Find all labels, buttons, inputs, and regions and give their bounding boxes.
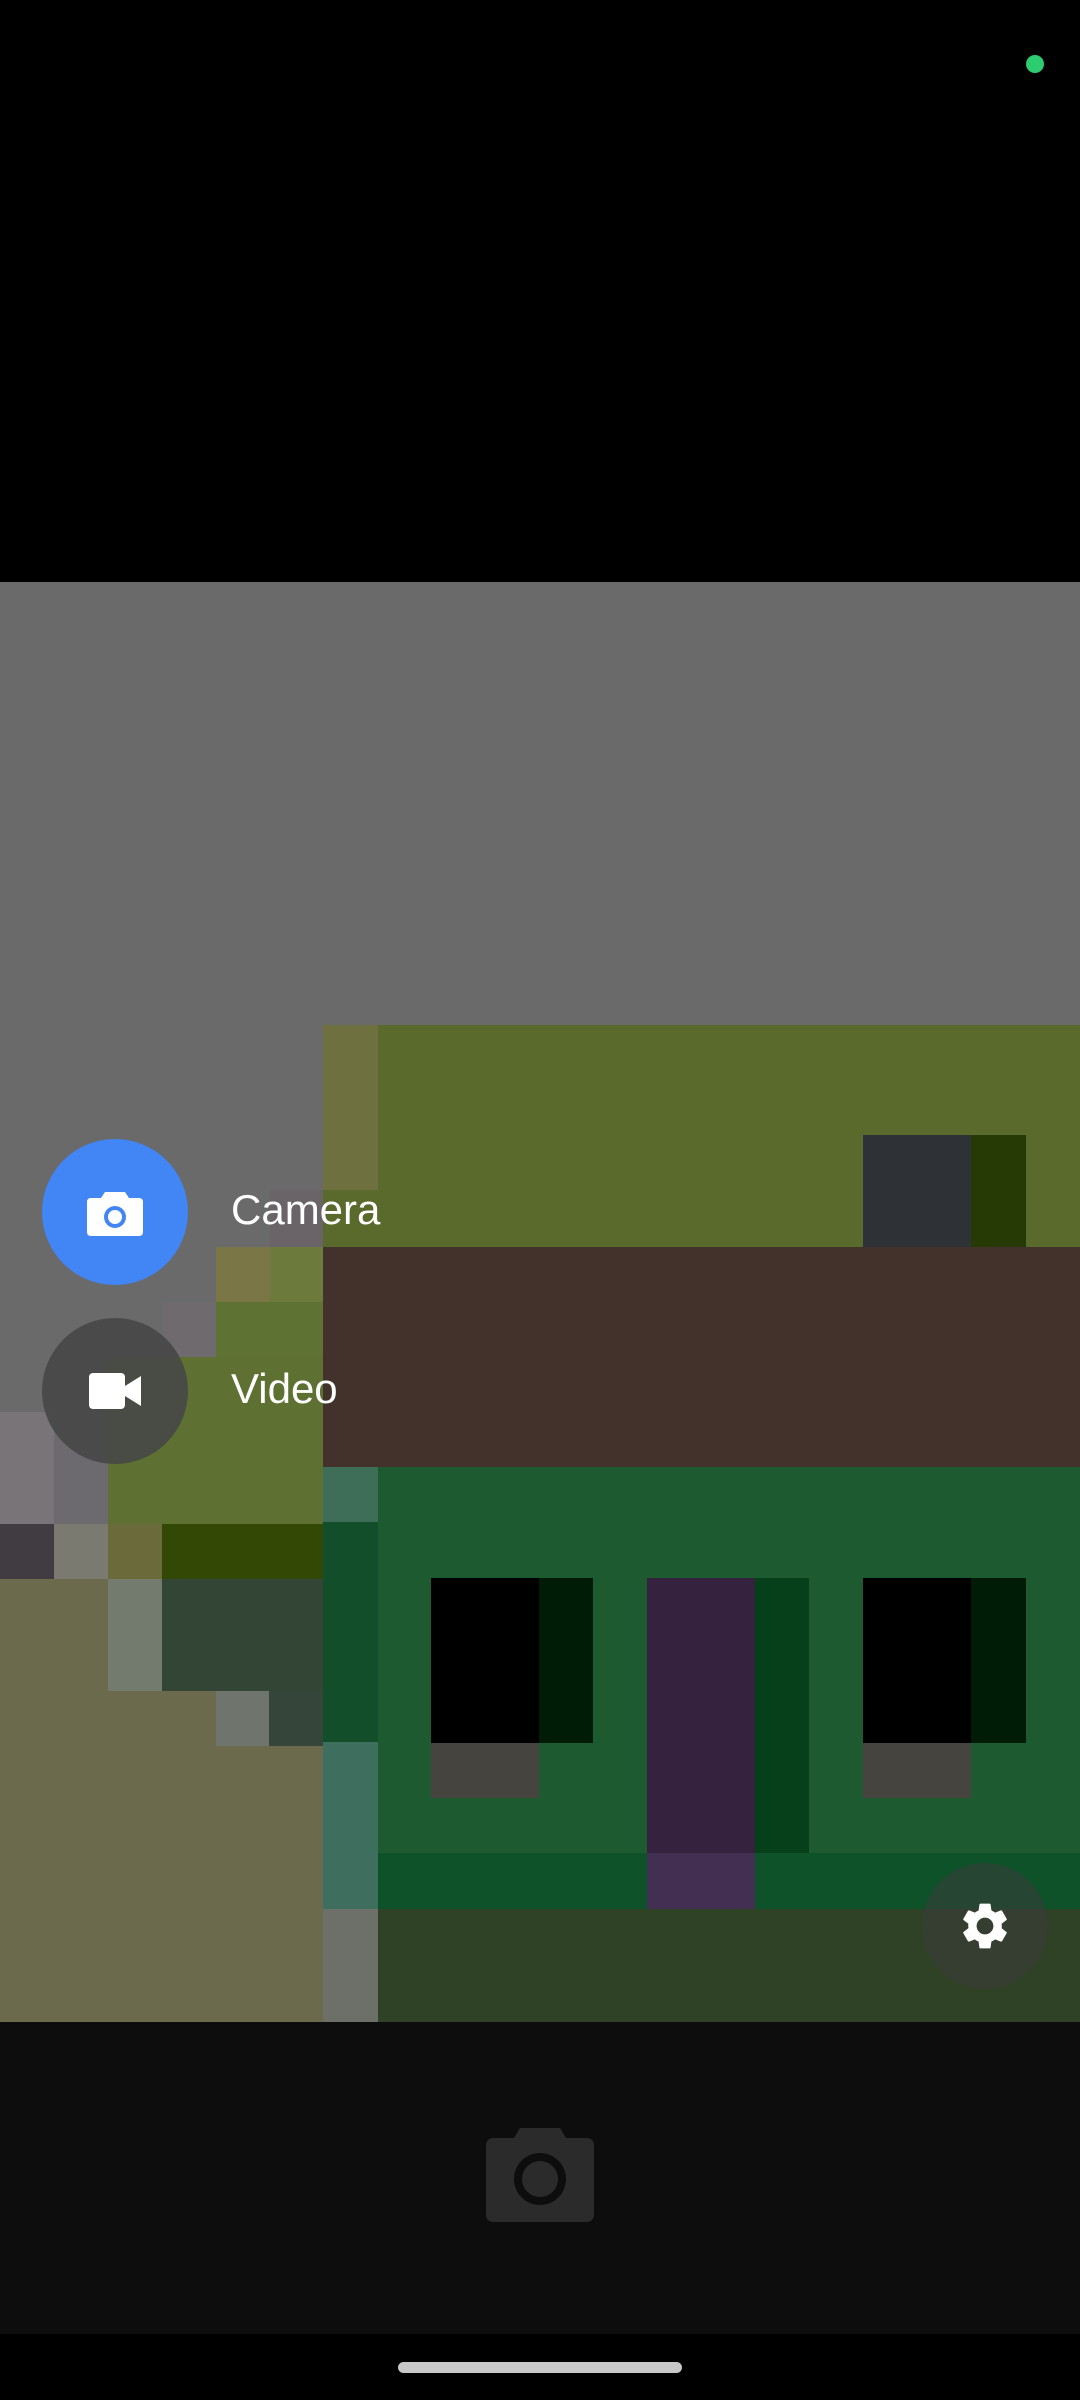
camera-mode-label: Camera	[231, 1186, 381, 1233]
scene-block	[647, 1853, 755, 1909]
scene-block	[0, 1524, 54, 1579]
scene-block	[755, 1578, 809, 1853]
video-mode-button[interactable]	[42, 1318, 188, 1464]
scene-block	[863, 1743, 971, 1798]
settings-button[interactable]	[922, 1863, 1048, 1989]
scene-block	[971, 1578, 1026, 1743]
camera-mode-button[interactable]	[42, 1139, 188, 1285]
scene-block	[323, 1522, 378, 1742]
camera-icon	[486, 2128, 594, 2222]
scene-block	[108, 1524, 162, 1579]
mode-option-video[interactable]: Video	[42, 1318, 402, 1464]
scene-block	[863, 1135, 971, 1247]
shutter-button[interactable]	[486, 2124, 594, 2222]
top-black-area	[0, 0, 1080, 582]
scene-block	[323, 1909, 378, 2022]
scene-block	[162, 1524, 323, 1579]
camera-viewfinder[interactable]	[0, 582, 1080, 2022]
scene-block	[863, 1578, 971, 1743]
scene-block	[378, 1853, 647, 1909]
scene-block	[647, 1578, 755, 1853]
scene-block	[323, 1467, 378, 1522]
privacy-indicator-dot	[1026, 55, 1044, 73]
scene-block	[971, 1135, 1026, 1247]
scene-block	[323, 1247, 1080, 1467]
scene-block	[269, 1691, 323, 1746]
scene-block	[216, 1691, 269, 1746]
mode-option-camera[interactable]: Camera	[42, 1139, 402, 1285]
gear-icon	[963, 1903, 1007, 1949]
scene-block	[108, 1579, 162, 1691]
home-gesture-handle[interactable]	[398, 2362, 682, 2373]
scene-block	[431, 1743, 539, 1798]
camera-screen: Camera Video	[0, 0, 1080, 2400]
scene-block	[539, 1578, 593, 1743]
scene-block	[269, 1746, 323, 2022]
video-camera-icon	[89, 1373, 141, 1409]
scene-block	[323, 1742, 378, 1909]
camera-icon	[87, 1192, 143, 1236]
scene-block	[431, 1578, 539, 1743]
scene-block	[54, 1524, 108, 1579]
video-mode-label: Video	[231, 1365, 338, 1412]
